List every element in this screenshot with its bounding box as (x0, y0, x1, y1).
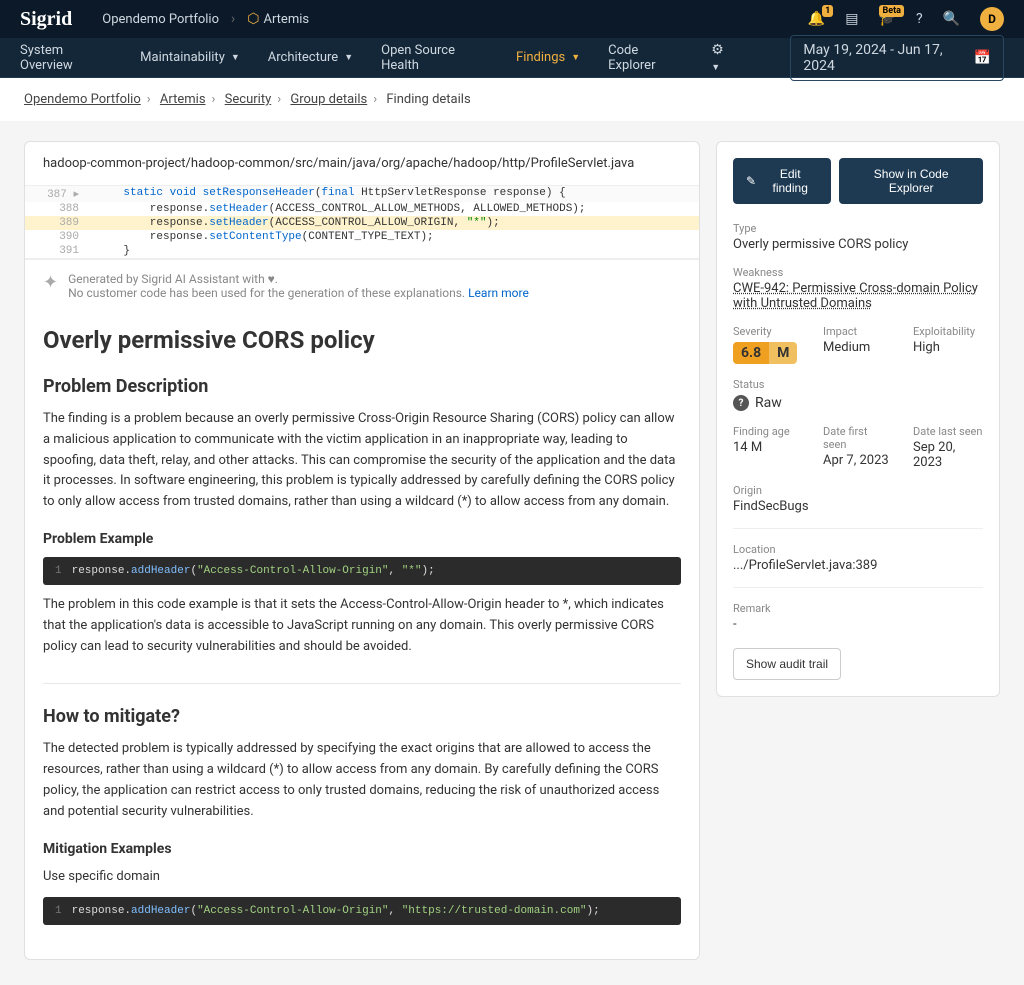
help-icon[interactable]: ? (916, 11, 923, 27)
origin-value: FindSecBugs (733, 499, 983, 514)
date-range-picker[interactable]: May 19, 2024 - Jun 17, 2024 📅 (790, 35, 1004, 81)
date-range-label: May 19, 2024 - Jun 17, 2024 (803, 42, 963, 74)
code-viewer: 387 ▸ static void setResponseHeader(fina… (25, 185, 699, 259)
menu-bar: System Overview Maintainability ▼ Archit… (0, 38, 1024, 78)
portfolio-link[interactable]: Opendemo Portfolio (102, 12, 219, 27)
edit-finding-button[interactable]: ✎Edit finding (733, 158, 831, 204)
ai-icon: ✦ (43, 272, 58, 293)
problem-desc-heading: Problem Description (43, 376, 681, 397)
main-panel: hadoop-common-project/hadoop-common/src/… (24, 141, 700, 960)
menu-architecture[interactable]: Architecture ▼ (268, 50, 353, 65)
header-nav: Opendemo Portfolio › ⬡Artemis (102, 11, 808, 27)
top-header: Sigrid Opendemo Portfolio › ⬡Artemis 🔔1 … (0, 0, 1024, 38)
hex-icon: ⬡ (247, 11, 259, 27)
exploit-value: High (913, 340, 983, 355)
remark-label: Remark (733, 602, 983, 615)
code-line: 387 ▸ static void setResponseHeader(fina… (25, 186, 699, 202)
chevron-right-icon: › (231, 11, 235, 27)
breadcrumb-project[interactable]: Artemis (160, 92, 206, 107)
file-path: hadoop-common-project/hadoop-common/src/… (25, 142, 699, 185)
impact-value: Medium (823, 340, 893, 355)
status-label: Status (733, 378, 983, 391)
ai-line2: No customer code has been used for the g… (68, 286, 465, 300)
gear-icon[interactable]: ⚙ ▼ (711, 42, 734, 74)
header-icons: 🔔1 ▤ 🎓Beta ? 🔍 D (808, 7, 1004, 31)
hat-icon[interactable]: 🎓Beta (879, 11, 896, 27)
weakness-link[interactable]: CWE-942: Permissive Cross-domain Policy … (733, 281, 978, 311)
mitigate-code-example: 1response.addHeader("Access-Control-Allo… (43, 897, 681, 925)
logo: Sigrid (20, 8, 72, 31)
weakness-value: CWE-942: Permissive Cross-domain Policy … (733, 281, 983, 311)
problem-code-example: 1response.addHeader("Access-Control-Allo… (43, 557, 681, 585)
age-label: Finding age (733, 425, 803, 438)
bell-icon[interactable]: 🔔1 (808, 11, 825, 27)
divider (733, 587, 983, 588)
audit-trail-button[interactable]: Show audit trail (733, 648, 841, 680)
calendar-icon: 📅 (974, 50, 991, 66)
problem-desc-text: The finding is a problem because an over… (43, 409, 681, 513)
content: hadoop-common-project/hadoop-common/src/… (0, 121, 1024, 980)
side-buttons: ✎Edit finding Show in Code Explorer (733, 158, 983, 204)
mitigate-specific: Use specific domain (43, 867, 681, 888)
severity-label: Severity (733, 325, 803, 338)
first-seen-value: Apr 7, 2023 (823, 453, 893, 468)
divider (733, 528, 983, 529)
code-line: 388 response.setHeader(ACCESS_CONTROL_AL… (25, 202, 699, 216)
pencil-icon: ✎ (746, 174, 756, 188)
breadcrumbs: Opendemo Portfolio› Artemis› Security› G… (0, 78, 1024, 121)
article-title: Overly permissive CORS policy (43, 326, 681, 354)
code-line: 389 response.setHeader(ACCESS_CONTROL_AL… (25, 216, 699, 230)
project-link[interactable]: ⬡Artemis (247, 11, 309, 27)
status-icon: ? (733, 395, 749, 411)
search-icon[interactable]: 🔍 (943, 11, 960, 27)
menu-open-source-health[interactable]: Open Source Health (381, 43, 488, 73)
ai-line1: Generated by Sigrid AI Assistant with ♥. (68, 272, 529, 286)
article: Overly permissive CORS policy Problem De… (25, 326, 699, 959)
last-seen-value: Sep 20, 2023 (913, 440, 983, 470)
breadcrumb-current: Finding details (386, 92, 470, 107)
type-value: Overly permissive CORS policy (733, 237, 983, 252)
code-line: 390 response.setContentType(CONTENT_TYPE… (25, 230, 699, 244)
mitigate-examples-heading: Mitigation Examples (43, 841, 681, 857)
remark-value: - (733, 617, 983, 632)
ai-learn-more-link[interactable]: Learn more (468, 286, 529, 300)
mitigate-text: The detected problem is typically addres… (43, 739, 681, 822)
breadcrumb-security[interactable]: Security (225, 92, 272, 107)
menu-system-overview[interactable]: System Overview (20, 43, 112, 73)
location-value: .../ProfileServlet.java:389 (733, 558, 983, 573)
first-seen-label: Date first seen (823, 425, 893, 451)
problem-example-text: The problem in this code example is that… (43, 595, 681, 657)
side-panel: ✎Edit finding Show in Code Explorer Type… (716, 141, 1000, 697)
chevron-down-icon: ▼ (571, 52, 580, 63)
mitigate-heading: How to mitigate? (43, 706, 681, 727)
exploit-label: Exploitability (913, 325, 983, 338)
impact-label: Impact (823, 325, 893, 338)
book-icon[interactable]: ▤ (845, 11, 858, 27)
ai-disclosure: ✦ Generated by Sigrid AI Assistant with … (25, 259, 699, 312)
age-value: 14 M (733, 440, 803, 455)
breadcrumb-group[interactable]: Group details (290, 92, 367, 107)
last-seen-label: Date last seen (913, 425, 983, 438)
location-label: Location (733, 543, 983, 556)
origin-label: Origin (733, 484, 983, 497)
menu-findings[interactable]: Findings ▼ (516, 50, 580, 65)
chevron-down-icon: ▼ (344, 52, 353, 63)
severity-pill: 6.8 M (733, 342, 797, 364)
problem-example-heading: Problem Example (43, 531, 681, 547)
user-avatar[interactable]: D (980, 7, 1004, 31)
code-line: 391 } (25, 244, 699, 258)
show-in-explorer-button[interactable]: Show in Code Explorer (839, 158, 983, 204)
breadcrumb-portfolio[interactable]: Opendemo Portfolio (24, 92, 141, 107)
weakness-label: Weakness (733, 266, 983, 279)
menu-maintainability[interactable]: Maintainability ▼ (140, 50, 240, 65)
type-label: Type (733, 222, 983, 235)
menu-code-explorer[interactable]: Code Explorer (608, 43, 683, 73)
chevron-down-icon: ▼ (231, 52, 240, 63)
status-value: ?Raw (733, 395, 983, 411)
